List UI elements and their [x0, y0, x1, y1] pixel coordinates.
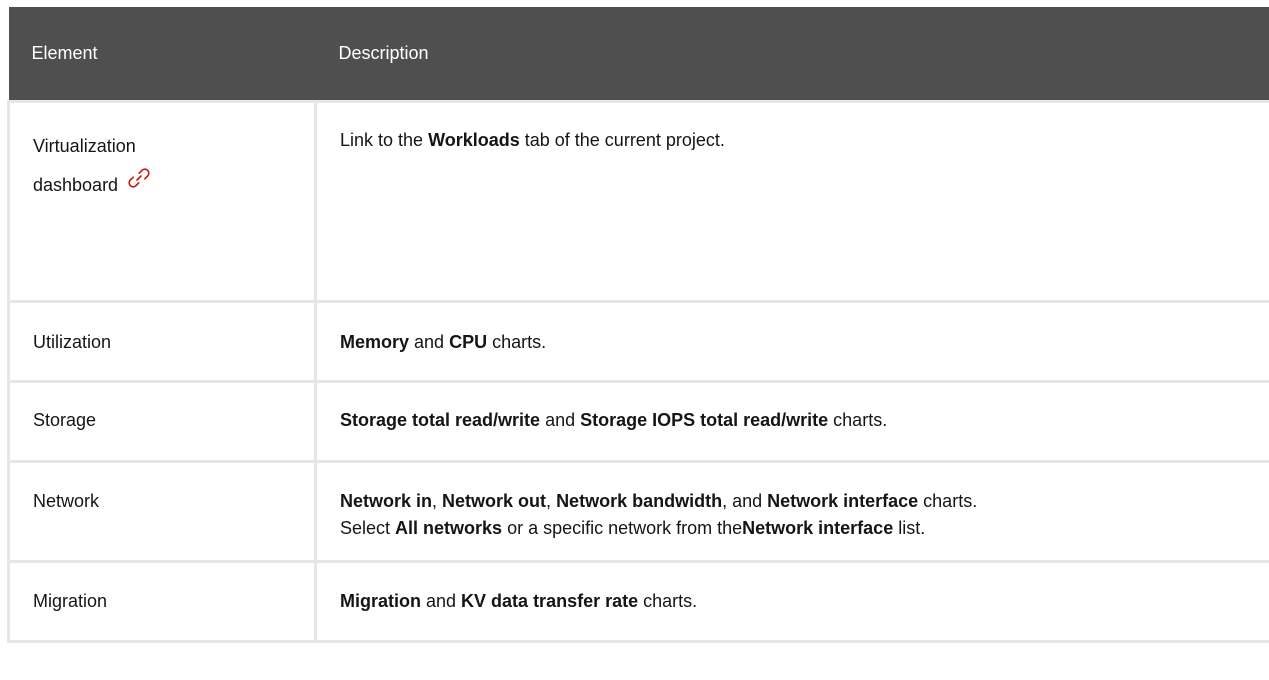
cell-description: Storage total read/write and Storage IOP…	[314, 379, 1269, 463]
cell-element: Utilization	[7, 299, 317, 383]
cell-description: Migration and KV data transfer rate char…	[314, 559, 1269, 643]
description-run: or a specific network from the	[502, 517, 743, 538]
cell-element: Migration	[7, 559, 317, 643]
bold-term: Storage IOPS total read/write	[580, 409, 829, 430]
description-run: Link to the	[340, 129, 429, 150]
table-row: Utilization Memory and CPU charts.	[7, 299, 1269, 383]
cell-description: Memory and CPU charts.	[314, 299, 1269, 383]
bold-term: CPU	[449, 331, 488, 352]
table-header-row: Element Description	[8, 7, 1269, 101]
description-run: list.	[893, 517, 926, 538]
bold-term: Workloads	[428, 129, 520, 150]
description-run: ,	[546, 490, 557, 511]
bold-term: All networks	[395, 517, 503, 538]
element-name-line2: dashboard	[33, 174, 119, 195]
bold-term: Migration	[340, 590, 421, 611]
cell-description: Link to the Workloads tab of the current…	[314, 99, 1269, 303]
description-text-line2: Select All networks or a specific networ…	[340, 515, 1249, 542]
table-row: Virtualization dashboard Link to the Wor…	[7, 99, 1269, 303]
cell-element: Virtualization dashboard	[7, 99, 317, 303]
table-row: Network Network in, Network out, Network…	[7, 459, 1269, 563]
description-run: , and	[722, 490, 768, 511]
bold-term: Memory	[340, 331, 410, 352]
description-text: Storage total read/write and Storage IOP…	[340, 407, 1249, 434]
description-text: Link to the Workloads tab of the current…	[340, 127, 1249, 154]
bold-term: Network bandwidth	[556, 490, 723, 511]
description-run: and	[540, 409, 581, 430]
description-text-line1: Network in, Network out, Network bandwid…	[340, 488, 1249, 515]
description-run: and	[421, 590, 462, 611]
element-name: Virtualization	[33, 135, 136, 156]
header-element: Element	[8, 7, 316, 101]
elements-table: Element Description Virtualization dashb…	[7, 7, 1269, 643]
description-run: tab of the current project.	[519, 129, 725, 150]
bold-term: Network interface	[767, 490, 919, 511]
cell-element: Network	[7, 459, 317, 563]
description-run: charts.	[638, 590, 698, 611]
description-run: charts.	[918, 490, 978, 511]
bold-term: Network out	[442, 490, 547, 511]
table-row: Storage Storage total read/write and Sto…	[7, 379, 1269, 463]
element-name-cont: dashboard	[33, 163, 294, 202]
bold-term: Network interface	[742, 517, 894, 538]
description-run: charts.	[487, 331, 547, 352]
header-description: Description	[315, 7, 1269, 101]
description-run: and	[409, 331, 450, 352]
bold-term: Network in	[340, 490, 433, 511]
bold-term: KV data transfer rate	[461, 590, 639, 611]
table-row: Migration Migration and KV data transfer…	[7, 559, 1269, 643]
description-run: Select	[340, 517, 396, 538]
bold-term: Storage total read/write	[340, 409, 541, 430]
link-icon[interactable]	[124, 163, 154, 193]
description-text: Migration and KV data transfer rate char…	[340, 588, 1249, 615]
description-text: Memory and CPU charts.	[340, 329, 1249, 356]
description-run: charts.	[828, 409, 888, 430]
description-run: ,	[432, 490, 443, 511]
cell-element: Storage	[7, 379, 317, 463]
cell-description: Network in, Network out, Network bandwid…	[314, 459, 1269, 563]
